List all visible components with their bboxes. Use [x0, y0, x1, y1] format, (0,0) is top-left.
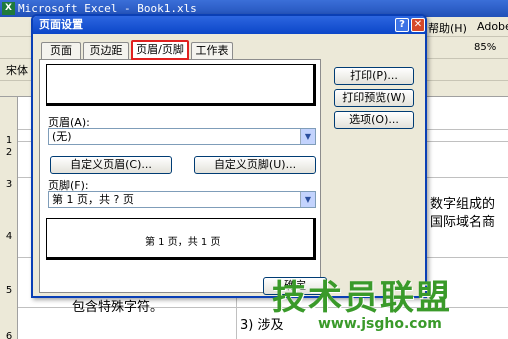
print-preview-button[interactable]: 打印预览(W) — [334, 89, 414, 107]
tab-margins[interactable]: 页边距 — [83, 42, 129, 59]
footer-preview: 第 1 页，共 1 页 — [46, 218, 316, 260]
watermark-logo: 技术员联盟 — [272, 278, 452, 318]
footer-preview-text: 第 1 页，共 1 页 — [145, 237, 221, 248]
tab-page[interactable]: 页面 — [41, 42, 81, 59]
options-button[interactable]: 选项(O)... — [334, 111, 414, 129]
footer-select[interactable]: 第 1 页，共 ? 页 ▼ — [48, 191, 316, 208]
row-number[interactable]: 3 — [0, 179, 18, 190]
header-select[interactable]: (无) ▼ — [48, 128, 316, 145]
header-select-value: (无) — [52, 130, 72, 143]
menu-help[interactable]: 帮助(H) — [428, 20, 467, 36]
watermark-url: www.jsgho.com — [318, 316, 442, 332]
chevron-down-icon[interactable]: ▼ — [300, 129, 315, 144]
excel-icon: X — [2, 2, 15, 15]
row-number[interactable]: 6 — [0, 331, 18, 339]
tab-header-footer[interactable]: 页眉/页脚 — [131, 40, 189, 60]
zoom-box[interactable]: 85% — [474, 42, 496, 53]
help-button[interactable]: ? — [395, 18, 409, 32]
tab-sheet[interactable]: 工作表 — [191, 42, 233, 59]
dialog-title-bar: 页面设置 ? ✕ — [33, 16, 425, 34]
menu-adobe[interactable]: Adobe — [477, 20, 508, 33]
footer-select-value: 第 1 页，共 ? 页 — [52, 193, 134, 206]
chevron-down-icon[interactable]: ▼ — [300, 192, 315, 207]
dialog-title: 页面设置 — [39, 18, 83, 31]
cell-text: 国际域名商 — [430, 215, 496, 230]
custom-header-button[interactable]: 自定义页眉(C)... — [50, 156, 172, 174]
cell-text: 包含特殊字符。 — [72, 300, 164, 315]
font-name-box[interactable]: 宋体 — [6, 62, 28, 78]
cell-text: 数字组成的 — [430, 197, 496, 212]
page-setup-dialog: 页面设置 ? ✕ 页面 页边距 页眉/页脚 工作表 页眉(A): (无) ▼ 自… — [31, 14, 427, 298]
row-number[interactable]: 5 — [0, 285, 18, 296]
row-header: 1 2 3 4 5 6 — [0, 97, 18, 339]
header-preview — [46, 64, 316, 106]
row-number[interactable]: 1 — [0, 135, 18, 146]
row-number[interactable]: 4 — [0, 231, 18, 242]
close-button[interactable]: ✕ — [411, 18, 425, 32]
custom-footer-button[interactable]: 自定义页脚(U)... — [194, 156, 316, 174]
print-button[interactable]: 打印(P)... — [334, 67, 414, 85]
tab-panel: 页眉(A): (无) ▼ 自定义页眉(C)... 自定义页脚(U)... 页脚(… — [39, 59, 321, 293]
row-number[interactable]: 2 — [0, 147, 18, 158]
